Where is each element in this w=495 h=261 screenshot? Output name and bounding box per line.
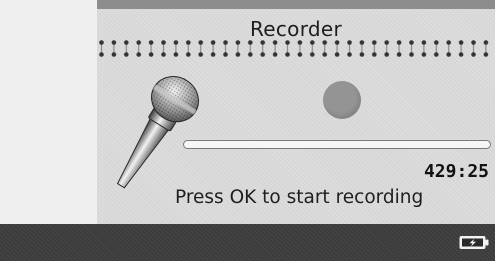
spiral-binding <box>97 39 495 59</box>
start-hint: Press OK to start recording <box>175 187 424 208</box>
top-rule <box>97 0 495 9</box>
record-icon <box>323 81 361 119</box>
remaining-time: 429:25 <box>423 161 489 182</box>
left-margin <box>0 0 97 224</box>
page-title: Recorder <box>249 17 343 41</box>
battery-charging-icon <box>459 236 489 249</box>
recording-progress-bar <box>183 140 491 149</box>
status-bar <box>0 224 495 261</box>
microphone-icon <box>116 76 199 189</box>
recorder-screen: Recorder 429:25 Press OK to start record… <box>97 9 495 224</box>
